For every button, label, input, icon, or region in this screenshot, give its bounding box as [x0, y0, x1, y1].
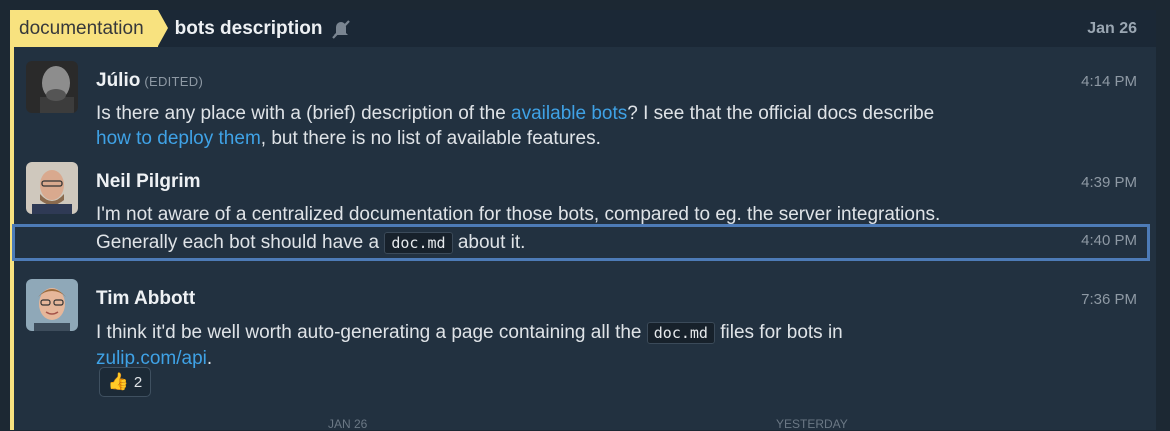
message-text: Is there any place with a (brief) descri… [96, 103, 512, 124]
message-text: about it. [452, 232, 526, 253]
message-text: , but there is no list of available feat… [260, 128, 601, 149]
sender-name[interactable]: Júlio (EDITED) [96, 70, 203, 92]
message-text: . [206, 348, 213, 369]
zulip-api-link[interactable]: zulip.com/api [96, 348, 207, 369]
message-time[interactable]: 4:39 PM [1081, 174, 1137, 191]
message-content: Generally each bot should have a doc.md … [96, 230, 1106, 256]
message-row[interactable]: 4:40 PM Generally each bot should have a… [14, 227, 1156, 258]
date-separator-right: YESTERDAY [776, 417, 848, 431]
sender-name[interactable]: Neil Pilgrim [96, 171, 201, 193]
reaction-count: 2 [133, 373, 143, 391]
date-separator-left: JAN 26 [328, 417, 368, 431]
message-time[interactable]: 4:14 PM [1081, 73, 1137, 90]
header-date: Jan 26 [1087, 20, 1137, 37]
message-panel: documentation bots description Jan 26 Jú… [10, 10, 1156, 431]
thumbs-up-reaction[interactable]: 👍 2 [99, 367, 151, 397]
avatar[interactable] [26, 162, 78, 214]
muted-bell-icon[interactable] [330, 18, 352, 40]
message-text: ? I see that the official docs describe [627, 103, 935, 124]
message-text: I think it'd be well worth auto-generati… [96, 322, 647, 343]
recipient-header: documentation bots description Jan 26 [10, 10, 1156, 47]
message-row[interactable]: Tim Abbott 7:36 PM I think it'd be well … [14, 272, 1156, 417]
message-content: I think it'd be well worth auto-generati… [96, 320, 1036, 371]
message-text: files for bots in [714, 322, 843, 343]
message-row[interactable]: Neil Pilgrim 4:39 PM I'm not aware of a … [14, 155, 1156, 225]
message-time[interactable]: 7:36 PM [1081, 291, 1137, 308]
avatar[interactable] [26, 279, 78, 331]
stream-label: documentation [19, 17, 144, 39]
message-content: Is there any place with a (brief) descri… [96, 101, 1036, 151]
edited-badge: (EDITED) [144, 74, 204, 89]
message-row[interactable]: Júlio (EDITED) 4:14 PM Is there any place… [14, 57, 1156, 149]
inline-code: doc.md [384, 232, 453, 254]
inline-code: doc.md [646, 322, 715, 344]
sender-name[interactable]: Tim Abbott [96, 288, 195, 310]
deploy-link[interactable]: how to deploy them [96, 128, 261, 149]
avatar[interactable] [26, 61, 78, 113]
thumbs-up-icon: 👍 [107, 372, 129, 391]
stream-name[interactable]: documentation [10, 10, 168, 47]
topic-name[interactable]: bots description [175, 18, 323, 40]
message-text: Generally each bot should have a [96, 232, 385, 253]
sender-label: Júlio [96, 70, 141, 91]
available-bots-link[interactable]: available bots [511, 103, 627, 124]
